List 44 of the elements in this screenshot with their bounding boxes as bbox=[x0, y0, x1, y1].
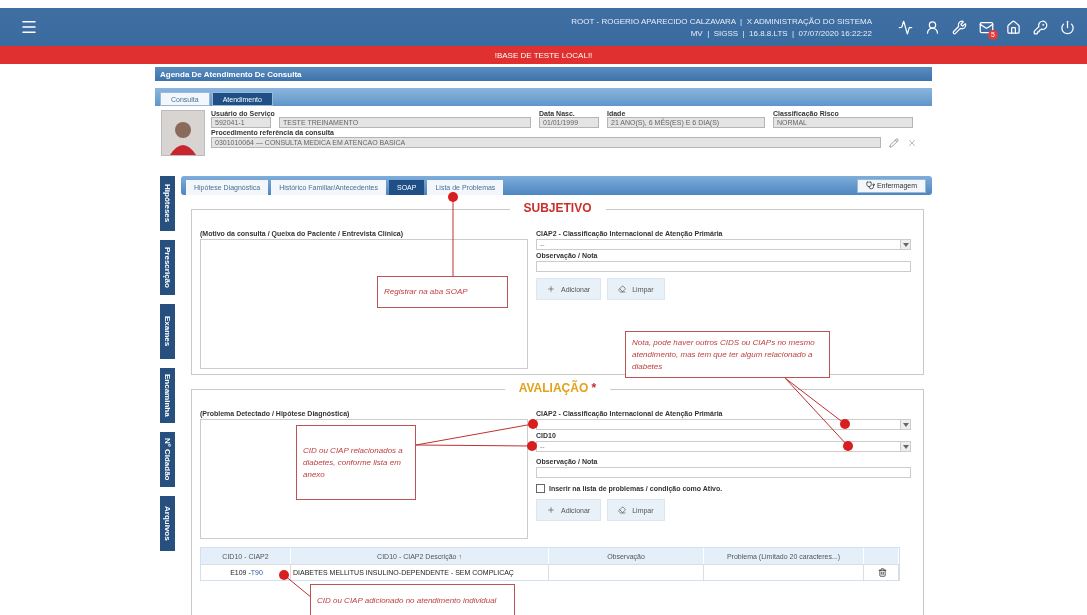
line-chart-icon[interactable] bbox=[898, 19, 913, 35]
eraser-icon bbox=[618, 506, 627, 514]
side-tab[interactable]: Arquivos bbox=[160, 496, 175, 551]
home-icon[interactable] bbox=[1006, 19, 1021, 35]
power-icon[interactable] bbox=[1060, 19, 1075, 35]
stethoscope-icon bbox=[865, 181, 875, 190]
marker-dot bbox=[527, 441, 537, 451]
system-info: MV | SIGSS | 16.8.8.LTS | 07/07/2020 16:22:22 bbox=[690, 28, 872, 38]
window-title: Agenda De Atendimento De Consulta bbox=[160, 69, 302, 79]
eraser-icon bbox=[618, 285, 627, 293]
marker-dot bbox=[448, 192, 458, 202]
mail-icon[interactable] bbox=[979, 19, 994, 35]
key-icon[interactable] bbox=[1033, 19, 1048, 35]
banner-text: !BASE DE TESTE LOCAL!! bbox=[494, 50, 593, 60]
checkbox[interactable] bbox=[536, 484, 545, 493]
caret-icon[interactable] bbox=[902, 444, 909, 449]
wrench-icon[interactable] bbox=[952, 19, 967, 35]
user-icon[interactable] bbox=[925, 19, 940, 35]
trash-icon[interactable] bbox=[877, 568, 887, 577]
side-tab[interactable]: Hipóteses bbox=[160, 176, 175, 231]
side-tab[interactable]: Encaminha bbox=[160, 368, 175, 423]
menu-icon[interactable] bbox=[20, 18, 38, 36]
side-tab[interactable]: Exames bbox=[160, 304, 175, 359]
side-tab[interactable]: Prescrição bbox=[160, 240, 175, 295]
plus-icon bbox=[547, 285, 555, 293]
section-title: AVALIAÇÃO * bbox=[504, 381, 611, 395]
avatar-placeholder bbox=[161, 110, 205, 156]
annotation-callout: Nota, pode haver outros CIDS ou CIAPs no mesmo atendimento, mas tem que ter algum relacionado a diabetes bbox=[625, 331, 830, 378]
annotation-callout: CID ou CIAP adicionado no atendimento individual bbox=[310, 584, 515, 615]
select-field[interactable] bbox=[536, 419, 911, 430]
marker-dot bbox=[528, 419, 538, 429]
plus-icon bbox=[547, 506, 555, 514]
caret-icon[interactable] bbox=[902, 422, 909, 427]
section-title: SUBJETIVO bbox=[509, 201, 606, 215]
marker-dot bbox=[843, 441, 853, 451]
side-tab[interactable]: Nº Cidadão bbox=[160, 432, 175, 487]
user-info: ROOT - ROGERIO APARECIDO CALZAVARA | X ADMINISTRAÇÃO DO SISTEMA bbox=[571, 16, 872, 26]
annotation-callout: CID ou CIAP relacionados a diabetes, conforme lista em anexo bbox=[296, 425, 416, 500]
marker-dot bbox=[279, 570, 289, 580]
input-field[interactable] bbox=[536, 261, 911, 272]
annotation-callout: Registrar na aba SOAP bbox=[377, 276, 508, 308]
marker-dot bbox=[840, 419, 850, 429]
caret-icon[interactable] bbox=[902, 242, 909, 247]
input-field[interactable] bbox=[536, 467, 911, 478]
